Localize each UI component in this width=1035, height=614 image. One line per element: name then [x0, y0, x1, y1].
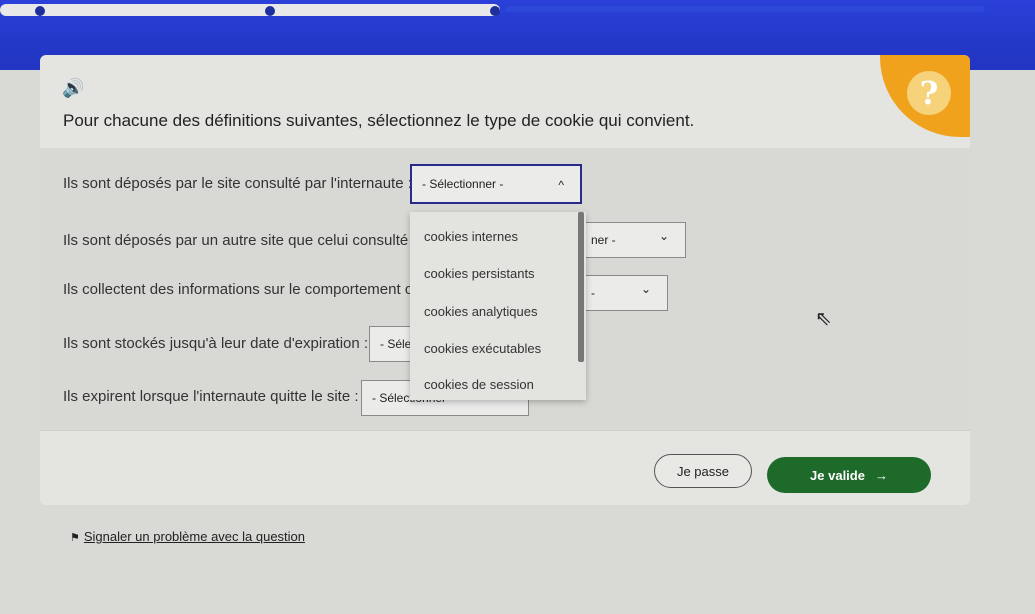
dropdown-option-executables[interactable]: cookies exécutables: [424, 341, 541, 356]
question-2-select-value: ner -: [591, 233, 616, 247]
progress-step-dot: [35, 6, 45, 16]
divider: [40, 430, 970, 431]
validate-button-label: Je valide: [810, 467, 865, 483]
flag-icon: ⚑: [70, 532, 80, 544]
chevron-up-icon: ^: [558, 178, 564, 192]
chevron-down-icon: ⌄: [658, 229, 669, 243]
progress-bar: [0, 4, 500, 16]
speaker-icon[interactable]: 🔊: [62, 78, 84, 99]
question-1-text: Ils sont déposés par le site consulté pa…: [63, 175, 412, 192]
question-5-text: Ils expirent lorsque l'internaute quitte…: [63, 388, 359, 405]
validate-button[interactable]: Je valide →: [767, 457, 931, 493]
report-problem-label: Signaler un problème avec la question: [83, 529, 306, 544]
dropdown-option-internes[interactable]: cookies internes: [424, 229, 518, 244]
question-4-text: Ils sont stockés jusqu'à leur date d'exp…: [63, 335, 369, 352]
question-4-select-value: - Séle: [380, 337, 412, 351]
dropdown-option-session[interactable]: cookies de session: [424, 377, 534, 392]
question-3-select-value: -: [591, 286, 595, 300]
dropdown-scrollbar[interactable]: [578, 212, 584, 362]
cookie-type-dropdown[interactable]: cookies internes cookies persistants coo…: [410, 212, 586, 400]
progress-step-dot: [265, 6, 275, 16]
question-1-select-value: - Sélectionner -: [422, 177, 504, 191]
dropdown-option-persistants[interactable]: cookies persistants: [424, 266, 535, 281]
arrow-right-icon: →: [874, 467, 888, 483]
question-1-select[interactable]: - Sélectionner - ^: [410, 164, 582, 204]
progress-step-dot: [490, 6, 500, 16]
instruction-text: Pour chacune des définitions suivantes, …: [63, 111, 695, 130]
help-icon: ?: [907, 71, 951, 115]
question-2-select[interactable]: ner - ⌄: [580, 222, 686, 258]
chevron-down-icon: ⌄: [640, 282, 651, 296]
report-problem-link[interactable]: ⚑ Signaler un problème avec la question: [70, 529, 305, 544]
mouse-cursor-icon: ⇖: [815, 308, 832, 330]
question-2-text: Ils sont déposés par un autre site que c…: [63, 232, 421, 249]
question-3-text: Ils collectent des informations sur le c…: [63, 281, 413, 298]
progress-remaining: [505, 6, 985, 12]
dropdown-option-analytiques[interactable]: cookies analytiques: [424, 304, 537, 319]
skip-button[interactable]: Je passe: [654, 454, 752, 488]
question-3-select[interactable]: - ⌄: [580, 275, 668, 311]
